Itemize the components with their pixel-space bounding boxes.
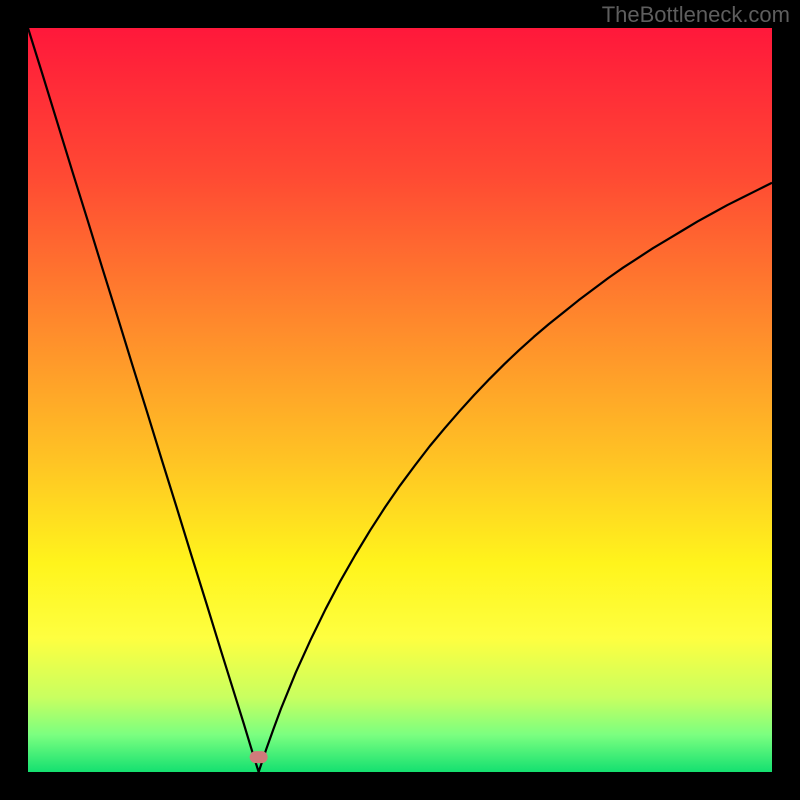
optimal-point-marker	[250, 751, 268, 763]
chart-background	[28, 28, 772, 772]
chart-plot-area	[28, 28, 772, 772]
watermark-text: TheBottleneck.com	[602, 2, 790, 28]
chart-frame: TheBottleneck.com	[0, 0, 800, 800]
chart-svg	[28, 28, 772, 772]
